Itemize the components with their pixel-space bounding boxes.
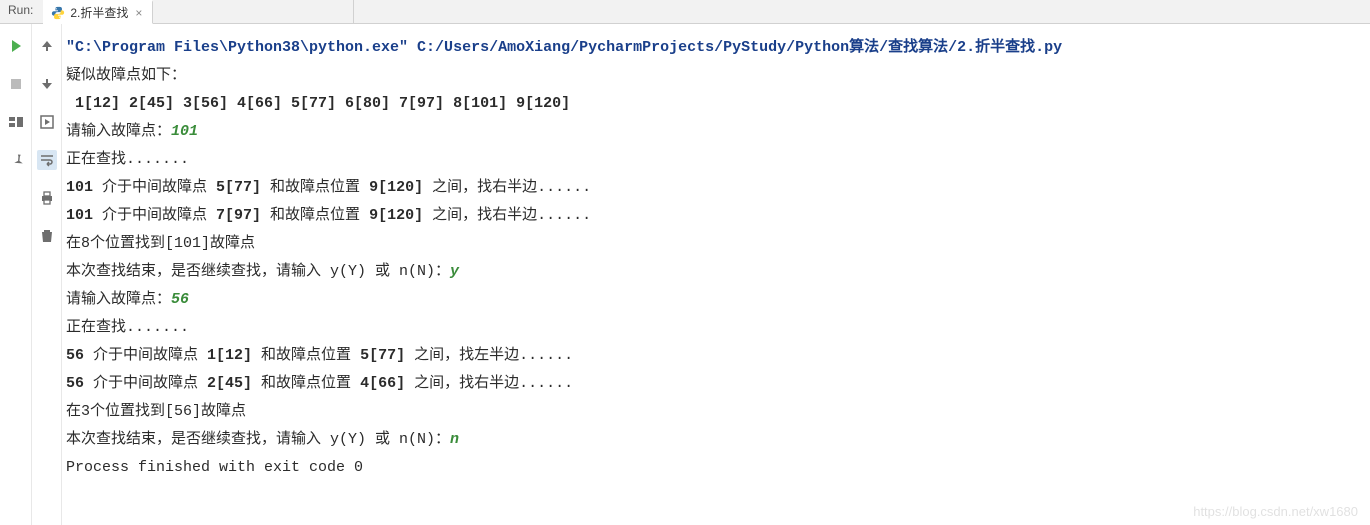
python-file-icon [51,6,65,20]
console-line: 请输入故障点：101 [66,118,1364,146]
console-action-gutter [32,24,62,525]
run-icon[interactable] [6,36,26,56]
print-icon[interactable] [37,188,57,208]
wrap-icon[interactable] [37,150,57,170]
console-line: 请输入故障点：56 [66,286,1364,314]
console-line: 在8个位置找到[101]故障点 [66,230,1364,258]
console-line: 疑似故障点如下： [66,62,1364,90]
console-line: 56 介于中间故障点 1[12] 和故障点位置 5[77] 之间，找左半边...… [66,342,1364,370]
run-action-gutter [0,24,32,525]
arrow-down-icon[interactable] [37,74,57,94]
console-line: 本次查找结束，是否继续查找，请输入 y(Y) 或 n(N)：n [66,426,1364,454]
divider [353,0,354,23]
trash-icon[interactable] [37,226,57,246]
command-line: "C:\Program Files\Python38\python.exe" C… [66,34,1364,62]
console-line: 在3个位置找到[56]故障点 [66,398,1364,426]
close-icon[interactable]: × [133,6,144,20]
restart-icon[interactable] [37,112,57,132]
run-label: Run: [0,0,43,23]
console-line: 101 介于中间故障点 7[97] 和故障点位置 9[120] 之间，找右半边.… [66,202,1364,230]
console-line: 101 介于中间故障点 5[77] 和故障点位置 9[120] 之间，找右半边.… [66,174,1364,202]
console-line: Process finished with exit code 0 [66,454,1364,482]
console-line: 56 介于中间故障点 2[45] 和故障点位置 4[66] 之间，找右半边...… [66,370,1364,398]
console-line: 1[12] 2[45] 3[56] 4[66] 5[77] 6[80] 7[97… [66,90,1364,118]
run-panel-body: "C:\Program Files\Python38\python.exe" C… [0,24,1370,525]
console-line: 正在查找....... [66,314,1364,342]
run-tab-title: 2.折半查找 [70,4,128,21]
console-line: 正在查找....... [66,146,1364,174]
run-toolbar-header: Run: 2.折半查找 × [0,0,1370,24]
stop-icon[interactable] [6,74,26,94]
run-tab[interactable]: 2.折半查找 × [43,0,153,24]
console-output[interactable]: "C:\Program Files\Python38\python.exe" C… [62,24,1370,525]
arrow-up-icon[interactable] [37,36,57,56]
layout-icon[interactable] [6,112,26,132]
console-line: 本次查找结束，是否继续查找，请输入 y(Y) 或 n(N)：y [66,258,1364,286]
pin-icon[interactable] [6,150,26,170]
